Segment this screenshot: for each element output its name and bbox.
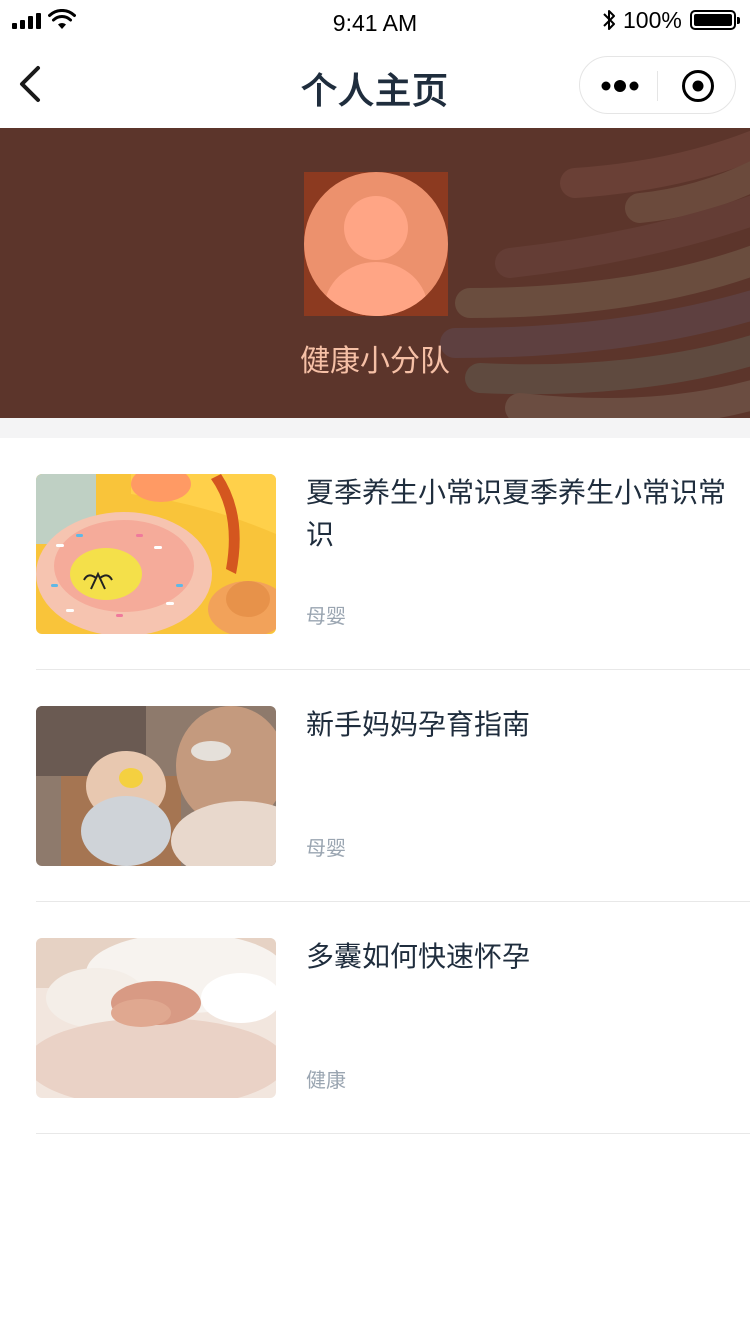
article-category: 母婴	[306, 604, 346, 628]
avatar[interactable]	[304, 172, 448, 316]
article-category: 健康	[306, 1068, 346, 1092]
mini-program-capsule	[579, 56, 736, 114]
section-divider	[0, 418, 750, 438]
article-thumbnail	[36, 938, 276, 1098]
article-item[interactable]: 多囊如何快速怀孕 健康	[36, 902, 750, 1134]
status-bar: 9:41 AM 100%	[0, 0, 750, 44]
article-title: 多囊如何快速怀孕	[306, 940, 531, 973]
user-avatar-icon	[304, 172, 448, 316]
battery-icon	[690, 10, 740, 30]
mother-baby-image	[36, 706, 276, 866]
more-dots-icon[interactable]	[601, 78, 639, 94]
username: 健康小分队	[300, 344, 450, 379]
target-circle-icon[interactable]	[681, 69, 715, 103]
article-thumbnail	[36, 706, 276, 866]
article-title: 夏季养生小常识夏季养生小常识常识	[306, 476, 727, 551]
hands-on-belly-image	[36, 938, 276, 1098]
donut-float-image	[36, 474, 276, 634]
bluetooth-icon	[603, 10, 615, 30]
battery-percent: 100%	[623, 7, 682, 33]
navigation-bar: 个人主页	[0, 44, 750, 128]
capsule-divider	[657, 71, 658, 101]
profile-banner: 健康小分队	[0, 128, 750, 418]
article-title: 新手妈妈孕育指南	[306, 708, 531, 741]
article-category: 母婴	[306, 836, 346, 860]
article-item[interactable]: 新手妈妈孕育指南 母婴	[36, 670, 750, 902]
article-thumbnail	[36, 474, 276, 634]
article-item[interactable]: 夏季养生小常识夏季养生小常识常识 母婴	[36, 438, 750, 670]
